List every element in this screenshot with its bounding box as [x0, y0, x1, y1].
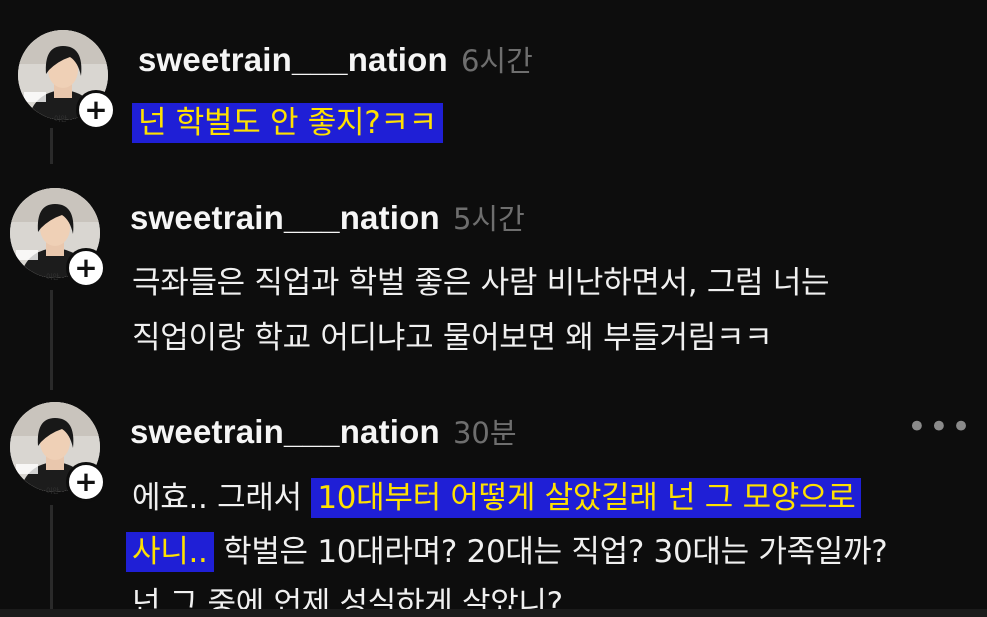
comment-body-line: 사니.. 학벌은 10대라며? 20대는 직업? 30대는 가족일까? — [126, 526, 888, 572]
thread-connector-line — [50, 505, 53, 615]
avatar-container[interactable]: + 이안 — [10, 188, 106, 288]
comment-header: sweetrain___nation 30분 — [130, 410, 517, 452]
add-plus-icon[interactable]: + — [66, 248, 106, 288]
thread-connector-line — [50, 290, 53, 390]
comment-text: 극좌들은 직업과 학벌 좋은 사람 비난하면서, 그럼 너는 — [132, 265, 830, 301]
comment-text: 직업이랑 학교 어디냐고 물어보면 왜 부들거림ㅋㅋ — [132, 320, 773, 356]
avatar-caption: 이안 — [46, 273, 59, 281]
avatar-container[interactable]: + 이안 — [18, 30, 116, 130]
bottom-edge-bar — [0, 609, 987, 617]
username-link[interactable]: sweetrain___nation — [138, 41, 448, 78]
comment-body-line: 직업이랑 학교 어디냐고 물어보면 왜 부들거림ㅋㅋ — [132, 312, 773, 357]
comment-body-line: 에효.. 그래서 10대부터 어떻게 살았길래 넌 그 모양으로 — [132, 472, 862, 518]
username-link[interactable]: sweetrain___nation — [130, 199, 440, 236]
avatar-caption: 이안 — [46, 487, 59, 495]
timestamp: 30분 — [452, 416, 517, 450]
add-plus-icon[interactable]: + — [66, 462, 106, 502]
username-link[interactable]: sweetrain___nation — [130, 413, 440, 450]
comment-header: sweetrain___nation 6시간 — [138, 38, 533, 80]
thread-connector-line — [50, 128, 53, 164]
comment-header: sweetrain___nation 5시간 — [130, 196, 525, 238]
avatar-container[interactable]: + 이안 — [10, 402, 106, 502]
timestamp: 6시간 — [460, 44, 533, 78]
highlighted-text: 사니.. — [126, 532, 214, 572]
add-plus-icon[interactable]: + — [76, 90, 116, 130]
comment-body-line: 극좌들은 직업과 학벌 좋은 사람 비난하면서, 그럼 너는 — [132, 257, 830, 302]
avatar-caption: 이안 — [54, 115, 67, 123]
comment-text: 에효.. 그래서 — [132, 480, 312, 516]
highlighted-text: 10대부터 어떻게 살았길래 넌 그 모양으로 — [311, 478, 862, 518]
more-options-icon[interactable]: ••• — [907, 410, 973, 444]
highlighted-text: 넌 학벌도 안 좋지?ㅋㅋ — [132, 103, 443, 143]
comment-body-line: 넌 학벌도 안 좋지?ㅋㅋ — [132, 97, 443, 143]
timestamp: 5시간 — [452, 202, 525, 236]
comment-thread: + 이안 sweetrain___nation 6시간 넌 학벌도 안 좋지?ㅋ… — [0, 0, 987, 617]
comment-text: 학벌은 10대라며? 20대는 직업? 30대는 가족일까? — [213, 534, 888, 570]
